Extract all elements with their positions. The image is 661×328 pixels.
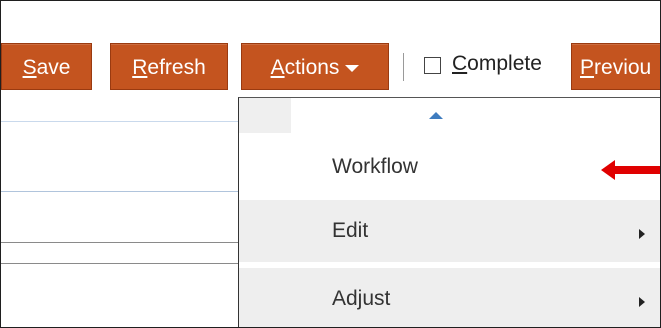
actions-label: ctions: [284, 56, 340, 79]
menu-item-adjust[interactable]: Adjust: [239, 268, 660, 327]
save-button[interactable]: Save: [1, 43, 92, 90]
actions-button[interactable]: Actions: [241, 43, 389, 90]
toolbar: Save Refresh Actions Complete Previou: [1, 1, 660, 97]
refresh-accesskey: R: [132, 56, 148, 79]
save-accesskey: S: [22, 56, 37, 79]
grid-line: [1, 242, 239, 243]
previous-label: reviou: [594, 56, 652, 79]
grid-line: [1, 121, 239, 122]
annotation-arrow-icon: [601, 160, 660, 180]
refresh-button[interactable]: Refresh: [110, 43, 228, 90]
menu-item-label: Workflow: [332, 155, 418, 178]
dropdown-caret-icon: [345, 64, 360, 72]
save-label: ave: [36, 56, 71, 79]
grid-line: [1, 191, 239, 192]
previous-accesskey: P: [580, 56, 595, 79]
menu-item-label: Adjust: [332, 287, 391, 310]
complete-accesskey: C: [452, 52, 468, 75]
menu-item-label: Edit: [332, 219, 369, 242]
screenshot-frame: Save Refresh Actions Complete Previou Wo…: [0, 0, 661, 328]
previous-button[interactable]: Previou: [571, 43, 660, 90]
menu-item-workflow[interactable]: Workflow: [239, 133, 660, 200]
menu-item-edit[interactable]: Edit: [239, 200, 660, 262]
scroll-up-icon[interactable]: [429, 112, 443, 119]
actions-accesskey: A: [270, 56, 285, 79]
actions-dropdown-menu: Workflow Edit Adjust: [238, 97, 660, 327]
toolbar-separator: [403, 53, 404, 81]
grid-line: [1, 263, 239, 264]
complete-label-text: omplete: [467, 52, 542, 75]
complete-label[interactable]: Complete: [452, 49, 542, 79]
complete-checkbox[interactable]: [424, 57, 441, 74]
submenu-arrow-icon: [639, 229, 645, 239]
menu-scroll-area: [239, 98, 291, 133]
refresh-label: efresh: [147, 56, 206, 79]
submenu-arrow-icon: [639, 297, 645, 307]
